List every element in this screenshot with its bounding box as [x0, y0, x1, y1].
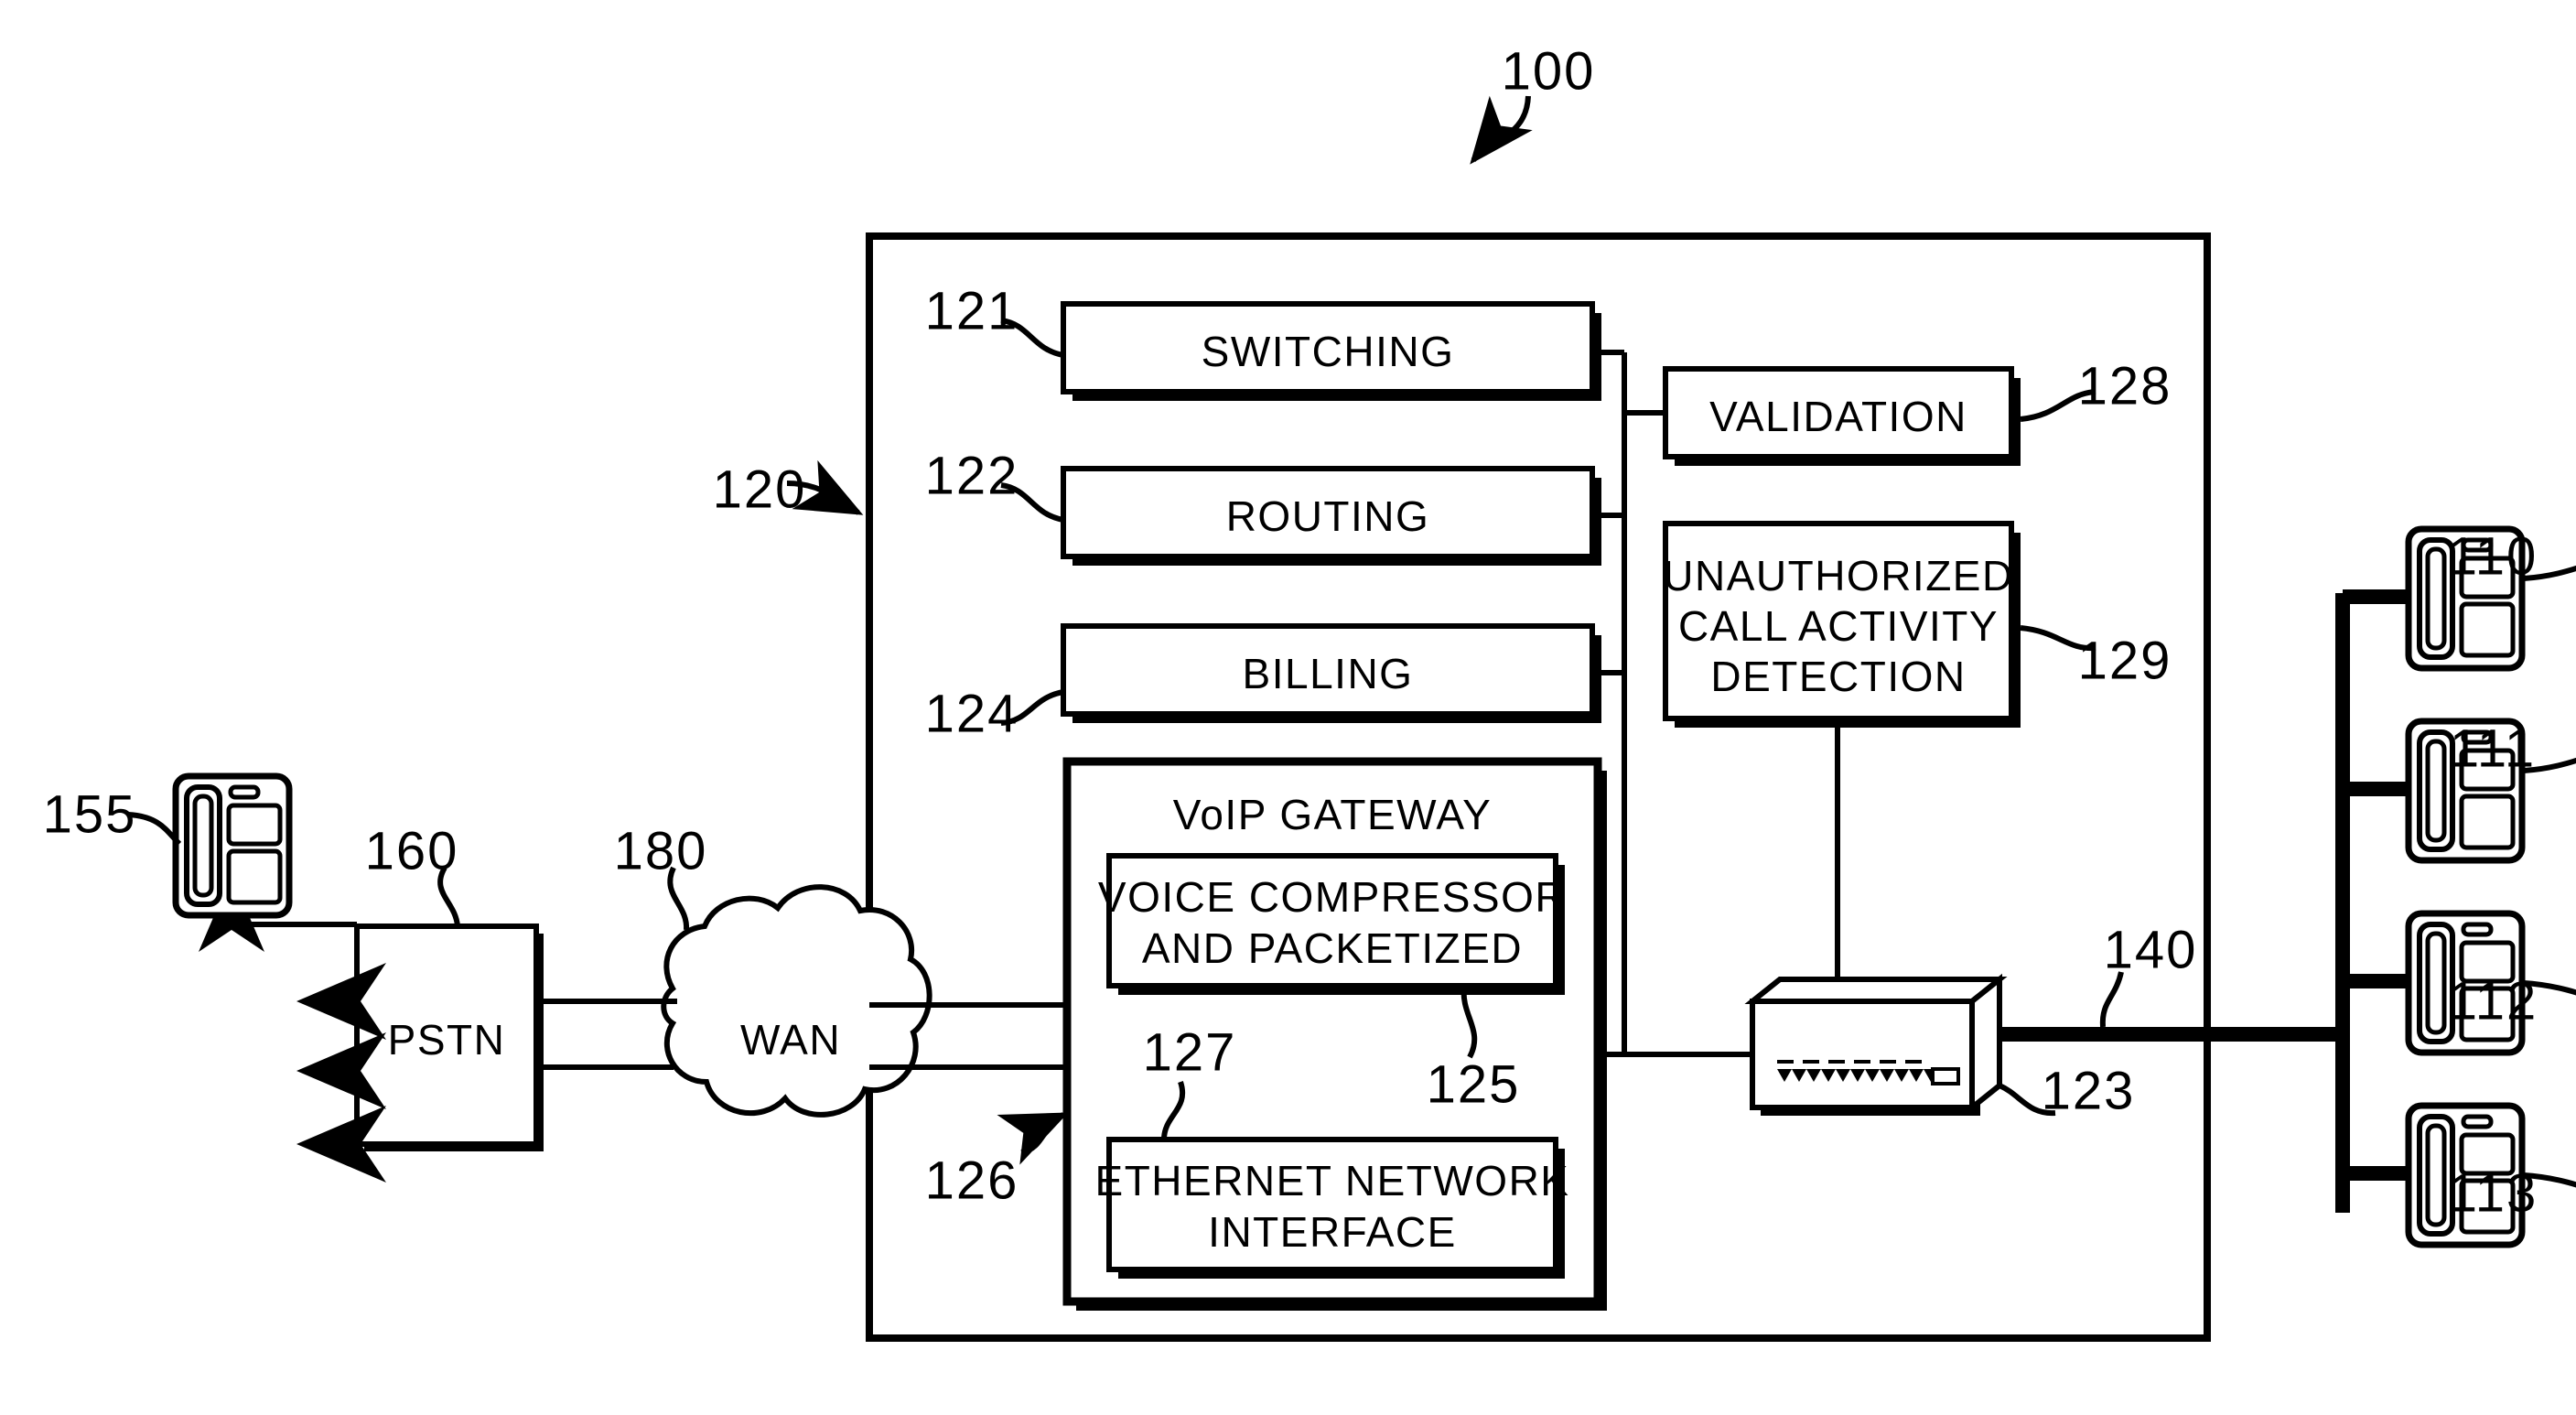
ref-network-switch-123: 123 — [2041, 1061, 2136, 1121]
ref-pstn-160: 160 — [364, 821, 459, 881]
ref-routing-122: 122 — [924, 446, 1019, 506]
ref-pbx-120: 120 — [712, 459, 807, 520]
switching-block-label: SWITCHING — [1201, 328, 1455, 375]
detection-block-label-line1: UNAUTHORIZED — [1663, 552, 2014, 599]
voip-gateway-label: VoIP GATEWAY — [1172, 791, 1493, 838]
routing-block-label: ROUTING — [1225, 492, 1430, 540]
ref-ip-phone-112: 112 — [2447, 971, 2538, 1032]
ref-validation-128: 128 — [2077, 356, 2172, 416]
network-switch-shape — [1744, 973, 2008, 1116]
pstn-wan-link — [536, 999, 677, 1070]
wan-label: WAN — [739, 1016, 842, 1064]
pstn-trunk-arrows — [296, 963, 386, 1183]
ref-voice-compressor-125: 125 — [1426, 1054, 1521, 1115]
billing-block-label: BILLING — [1242, 650, 1414, 697]
ref-wan-180: 180 — [613, 821, 708, 881]
ref-ip-phone-111: 111 — [2449, 718, 2537, 779]
validation-block-label: VALIDATION — [1709, 393, 1967, 440]
voice-compressor-label-line2: AND PACKETIZED — [1141, 924, 1524, 972]
ref-voip-gateway-126: 126 — [924, 1150, 1019, 1211]
detection-block-label-line2: CALL ACTIVITY — [1677, 602, 1999, 650]
ref-lan-bus-140: 140 — [2103, 920, 2198, 980]
ref-switching-121: 121 — [924, 281, 1019, 341]
external-phone-155-shape — [172, 772, 293, 919]
pstn-label: PSTN — [387, 1016, 506, 1064]
ref-billing-124: 124 — [924, 684, 1019, 744]
ref-system-100: 100 — [1501, 41, 1596, 102]
wan-cloud-shape — [661, 884, 932, 1118]
voice-compressor-label-line1: VOICE COMPRESSOR — [1097, 873, 1568, 921]
ref-ip-phone-110: 110 — [2447, 526, 2538, 587]
ref-detection-129: 129 — [2077, 631, 2172, 691]
ref-ethernet-interface-127: 127 — [1142, 1022, 1237, 1083]
detection-block-label-line3: DETECTION — [1710, 653, 1967, 700]
ethernet-interface-label-line1: ETHERNET NETWORK — [1094, 1157, 1570, 1204]
ref-external-phone-155: 155 — [42, 784, 137, 845]
ref-ip-phone-113: 113 — [2447, 1163, 2538, 1224]
ethernet-interface-label-line2: INTERFACE — [1208, 1208, 1457, 1256]
patent-figure-canvas: 100 120 121 122 124 128 129 125 127 126 … — [0, 0, 2576, 1415]
